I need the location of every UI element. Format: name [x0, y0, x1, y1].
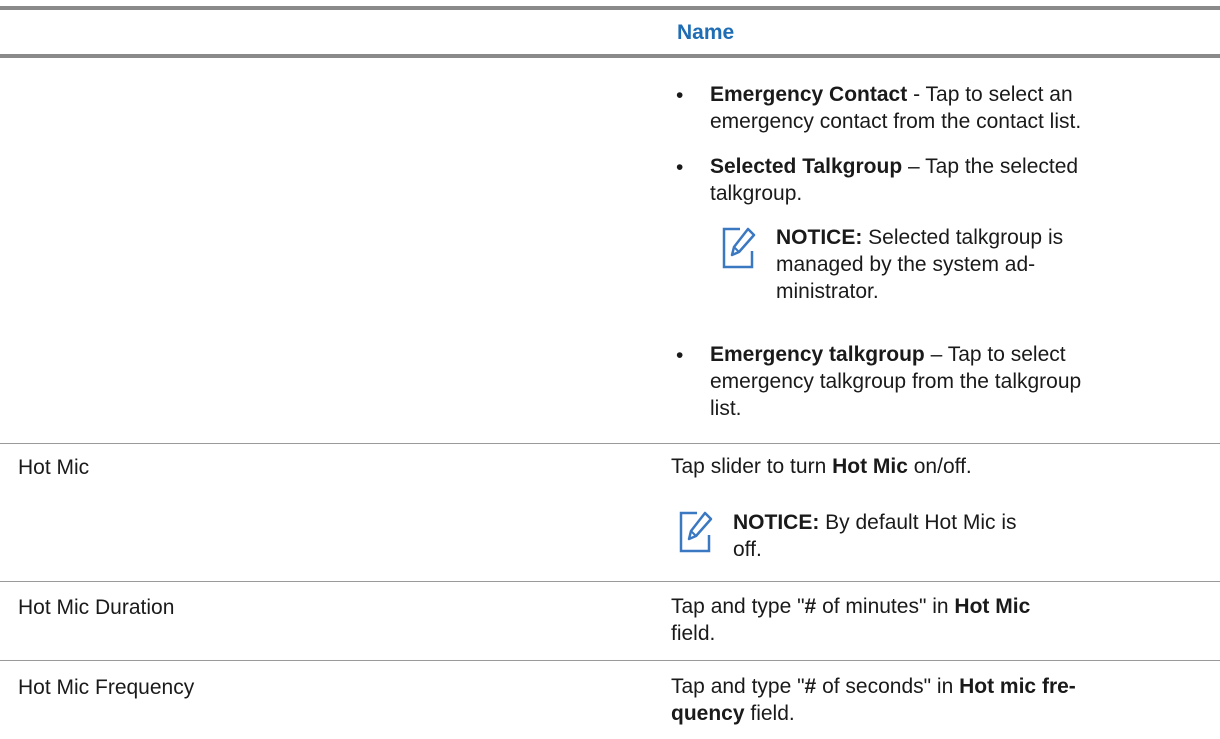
bullet-marker: • — [676, 84, 684, 107]
notice-text: NOTICE: Selected talkgroup is managed by… — [776, 226, 1064, 303]
row-name-hot-mic-duration: Hot Mic Duration — [18, 596, 175, 619]
column-header-name: Name — [677, 21, 735, 44]
bullet-marker: • — [676, 344, 684, 367]
row-desc-hot-mic: Tap slider to turn Hot Mic on/off. — [671, 455, 972, 478]
bullet-text: Selected Talkgroup – Tap the selected ta… — [710, 155, 1079, 205]
row-divider — [0, 581, 1220, 582]
row-divider — [0, 443, 1220, 444]
bullet-text: Emergency talkgroup – Tap to select emer… — [710, 343, 1082, 420]
row-name-hot-mic-frequency: Hot Mic Frequency — [18, 676, 195, 699]
bullet-text: Emergency Contact - Tap to select an eme… — [710, 83, 1082, 133]
row-divider — [0, 660, 1220, 661]
notice-text: NOTICE: By default Hot Mic is off. — [733, 511, 1017, 561]
notice-pencil-icon — [679, 511, 713, 553]
bullet-marker: • — [676, 156, 684, 179]
row-desc-hot-mic-frequency: Tap and type "# of seconds" in Hot mic f… — [671, 675, 1076, 725]
row-desc-hot-mic-duration: Tap and type "# of minutes" in Hot Mic f… — [671, 595, 1031, 645]
notice-pencil-icon — [722, 227, 756, 269]
row-name-hot-mic: Hot Mic — [18, 456, 90, 479]
table-top-rule — [0, 6, 1220, 10]
table-header-rule — [0, 54, 1220, 58]
